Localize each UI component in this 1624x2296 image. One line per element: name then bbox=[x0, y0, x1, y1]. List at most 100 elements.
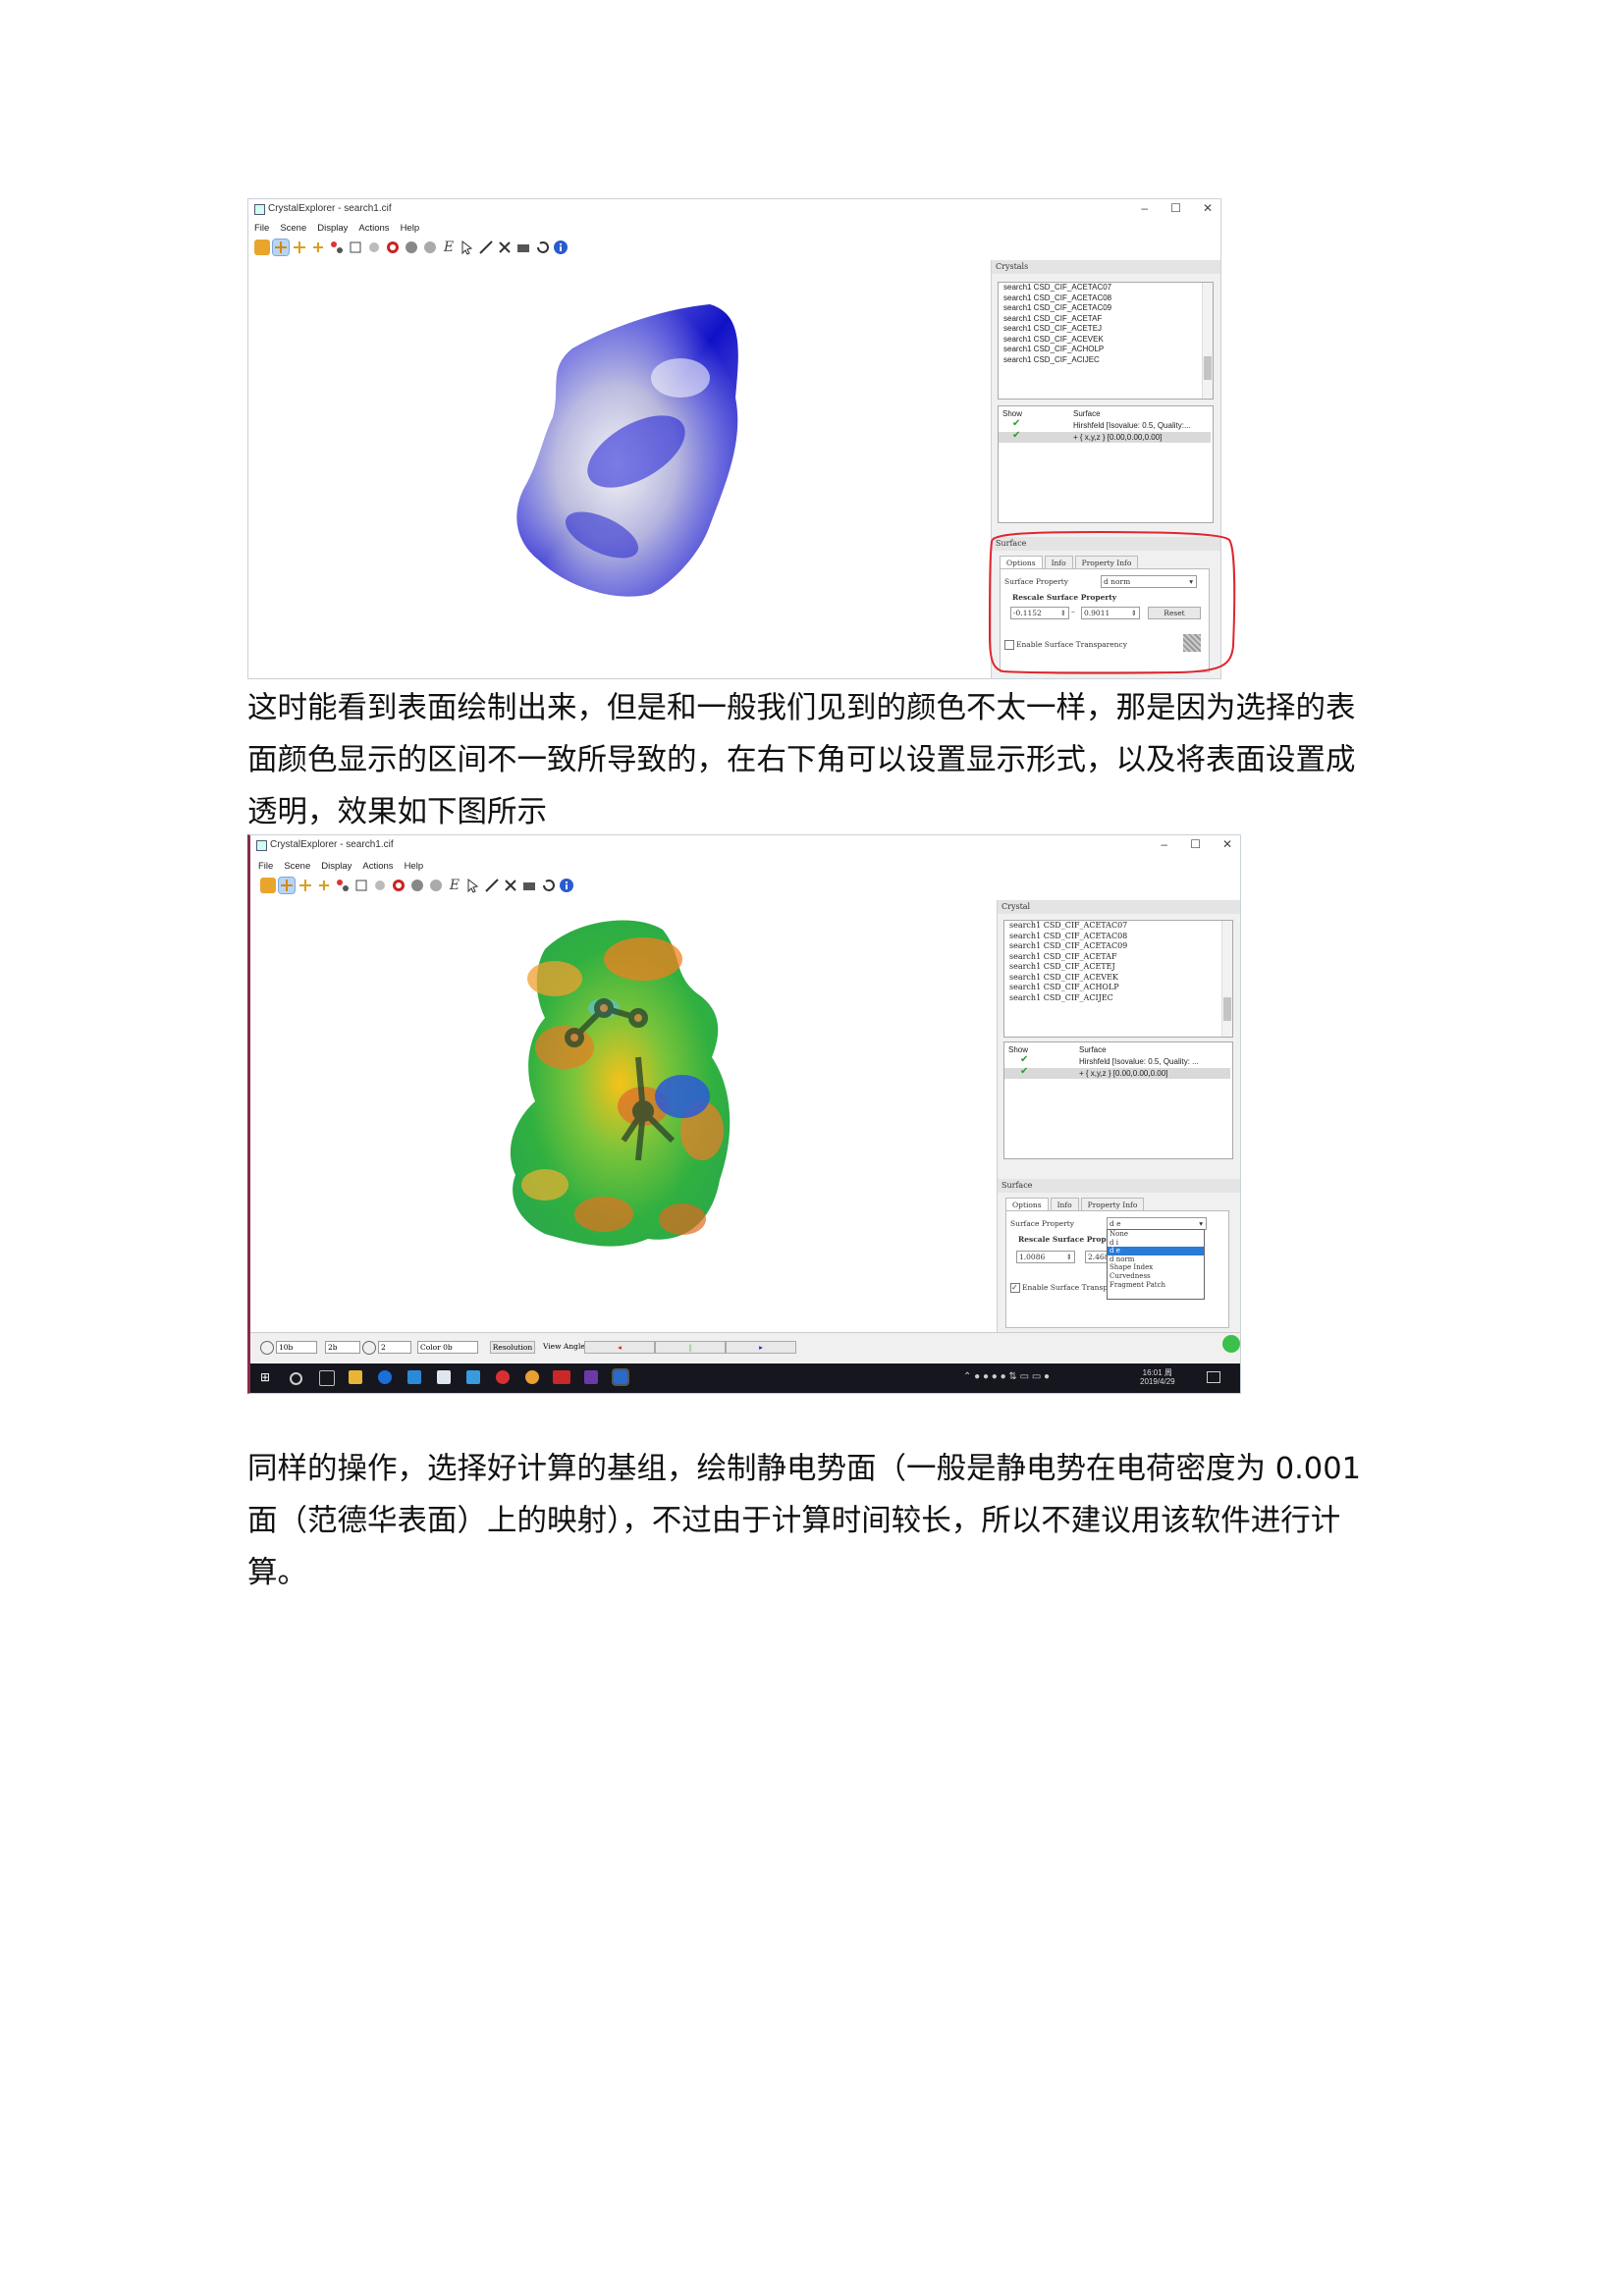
menu-display[interactable]: Display bbox=[321, 861, 352, 872]
app-icon-5[interactable] bbox=[553, 1370, 570, 1384]
menu-file[interactable]: File bbox=[254, 223, 269, 234]
info-icon[interactable] bbox=[559, 878, 574, 893]
surface-table[interactable]: Show Surface ✔ Hirshfeld [Isovalue: 0.5,… bbox=[998, 405, 1214, 523]
zoom-circle-icon[interactable] bbox=[362, 1341, 376, 1355]
surface-property-dropdown[interactable]: None d i d e d norm Shape Index Curvedne… bbox=[1107, 1229, 1205, 1300]
blue-arrow-button[interactable]: ▸ bbox=[726, 1341, 796, 1354]
menu-actions[interactable]: Actions bbox=[358, 223, 389, 234]
red-arrow-button[interactable]: ◂ bbox=[584, 1341, 655, 1354]
resolution-button[interactable]: Resolution bbox=[490, 1341, 535, 1354]
transparency-checkbox[interactable]: ✓ bbox=[1010, 1283, 1020, 1293]
sphere-icon[interactable] bbox=[409, 878, 425, 893]
energy-e-icon[interactable]: E bbox=[447, 878, 462, 893]
info-icon[interactable] bbox=[553, 240, 568, 255]
pointer-icon[interactable] bbox=[460, 240, 475, 255]
list-item[interactable]: search1 CSD_CIF_ACETAC09 bbox=[999, 303, 1213, 314]
network-icon[interactable] bbox=[503, 878, 518, 893]
unit-cell-icon[interactable] bbox=[348, 240, 363, 255]
close-button[interactable]: ✕ bbox=[1203, 201, 1213, 215]
green-float-icon[interactable] bbox=[1222, 1335, 1240, 1353]
rotate-icon[interactable] bbox=[260, 1341, 274, 1355]
min-value-input[interactable]: 1.0086 ⇕ bbox=[1016, 1251, 1075, 1263]
measure-icon[interactable] bbox=[484, 878, 500, 893]
rotate-tool-icon[interactable] bbox=[278, 877, 296, 894]
edge-icon[interactable] bbox=[378, 1370, 392, 1384]
tray-icons[interactable]: ⌃ ● ● ● ● ⇅ ▭ ▭ ● bbox=[963, 1371, 1050, 1382]
open-folder-icon[interactable] bbox=[254, 240, 270, 255]
pointer-icon[interactable] bbox=[465, 878, 481, 893]
menu-scene[interactable]: Scene bbox=[284, 861, 310, 872]
minimize-button[interactable]: – bbox=[1141, 201, 1148, 215]
translate-tool-icon[interactable] bbox=[298, 878, 313, 893]
app-icon-3[interactable] bbox=[466, 1370, 480, 1384]
search-icon[interactable] bbox=[290, 1372, 302, 1385]
menu-display[interactable]: Display bbox=[317, 223, 348, 234]
sphere-icon[interactable] bbox=[404, 240, 419, 255]
crystal-list-scrollbar[interactable] bbox=[1202, 283, 1213, 399]
list-item[interactable]: search1 CSD_CIF_ACIJEC bbox=[1004, 993, 1232, 1004]
atoms-icon[interactable] bbox=[335, 878, 351, 893]
spin-field-3[interactable]: 2 bbox=[378, 1341, 411, 1354]
dropdown-option[interactable]: d e bbox=[1108, 1247, 1204, 1255]
list-item[interactable]: search1 CSD_CIF_ACEVEK bbox=[999, 335, 1213, 346]
surface-icon[interactable] bbox=[385, 240, 401, 255]
green-bar-button[interactable]: | bbox=[655, 1341, 726, 1354]
zoom-tool-icon[interactable] bbox=[310, 240, 326, 255]
notification-icon[interactable] bbox=[1207, 1371, 1220, 1383]
list-item[interactable]: search1 CSD_CIF_ACETEJ bbox=[1004, 962, 1232, 973]
list-item[interactable]: search1 CSD_CIF_ACETAC08 bbox=[1004, 932, 1232, 942]
colored-surface-viewport[interactable] bbox=[250, 900, 997, 1332]
energy-e-icon[interactable]: E bbox=[441, 240, 457, 255]
camera-icon[interactable] bbox=[515, 240, 531, 255]
dropdown-option[interactable]: d norm bbox=[1108, 1255, 1204, 1264]
fragment-icon[interactable] bbox=[372, 878, 388, 893]
measure-icon[interactable] bbox=[478, 240, 494, 255]
crystal-list[interactable]: search1 CSD_CIF_ACETAC07 search1 CSD_CIF… bbox=[1003, 920, 1233, 1038]
spin-field-2[interactable]: 2b bbox=[325, 1341, 360, 1354]
dropdown-option[interactable]: Shape Index bbox=[1108, 1263, 1204, 1272]
table-row[interactable]: ✔ + { x,y,z } [0.00,0.00,0.00] bbox=[999, 430, 1211, 443]
start-icon[interactable]: ⊞ bbox=[260, 1370, 274, 1384]
crystalexplorer-taskbar-icon[interactable] bbox=[612, 1368, 629, 1386]
table-row[interactable]: ✔ + { x,y,z } [0.00,0.00,0.00] bbox=[1004, 1066, 1230, 1079]
dropdown-option[interactable]: None bbox=[1108, 1230, 1204, 1239]
table-row[interactable]: ✔ Hirshfeld [Isovalue: 0.5, Quality:... bbox=[999, 418, 1211, 431]
spin-field-1[interactable]: 10b bbox=[276, 1341, 317, 1354]
list-item[interactable]: search1 CSD_CIF_ACETAF bbox=[1004, 952, 1232, 963]
unit-cell-icon[interactable] bbox=[353, 878, 369, 893]
list-item[interactable]: search1 CSD_CIF_ACETAC09 bbox=[1004, 941, 1232, 952]
app-icon-1[interactable] bbox=[407, 1370, 421, 1384]
crystal-list[interactable]: search1 CSD_CIF_ACETAC07 search1 CSD_CIF… bbox=[998, 282, 1214, 400]
table-row[interactable]: ✔ Hirshfeld [Isovalue: 0.5, Quality: ... bbox=[1004, 1054, 1230, 1067]
maximize-button[interactable]: ☐ bbox=[1170, 201, 1181, 215]
tab-options[interactable]: Options bbox=[1005, 1198, 1049, 1211]
minimize-button[interactable]: – bbox=[1161, 837, 1167, 851]
translate-tool-icon[interactable] bbox=[292, 240, 307, 255]
rotate-tool-icon[interactable] bbox=[272, 239, 290, 256]
open-folder-icon[interactable] bbox=[260, 878, 276, 893]
list-item[interactable]: search1 CSD_CIF_ACIJEC bbox=[999, 355, 1213, 366]
list-item[interactable]: search1 CSD_CIF_ACETEJ bbox=[999, 324, 1213, 335]
crystal-list-scrollbar[interactable] bbox=[1221, 921, 1232, 1037]
surface-icon[interactable] bbox=[391, 878, 406, 893]
atoms-icon[interactable] bbox=[329, 240, 345, 255]
app-icon-4[interactable] bbox=[496, 1370, 510, 1384]
list-item[interactable]: search1 CSD_CIF_ACHOLP bbox=[1004, 983, 1232, 993]
menu-help[interactable]: Help bbox=[405, 861, 424, 872]
maximize-button[interactable]: ☐ bbox=[1190, 837, 1201, 851]
tab-property-info[interactable]: Property Info bbox=[1080, 1198, 1145, 1211]
list-item[interactable]: search1 CSD_CIF_ACHOLP bbox=[999, 345, 1213, 355]
hirshfeld-surface-viewport[interactable] bbox=[248, 260, 991, 678]
checkmark-icon[interactable]: ✔ bbox=[1020, 1066, 1028, 1077]
onenote-icon[interactable] bbox=[584, 1370, 598, 1384]
dropdown-option[interactable]: Curvedness bbox=[1108, 1272, 1204, 1281]
zoom-tool-icon[interactable] bbox=[316, 878, 332, 893]
surface-table[interactable]: Show Surface ✔ Hirshfeld [Isovalue: 0.5,… bbox=[1003, 1041, 1233, 1159]
explorer-icon[interactable] bbox=[349, 1370, 362, 1384]
checkmark-icon[interactable]: ✔ bbox=[1012, 418, 1020, 429]
network-icon[interactable] bbox=[497, 240, 513, 255]
checkmark-icon[interactable]: ✔ bbox=[1020, 1054, 1028, 1065]
spin-icon[interactable]: ⇕ bbox=[1066, 1252, 1072, 1262]
app-icon-2[interactable] bbox=[437, 1370, 451, 1384]
list-item[interactable]: search1 CSD_CIF_ACEVEK bbox=[1004, 973, 1232, 984]
